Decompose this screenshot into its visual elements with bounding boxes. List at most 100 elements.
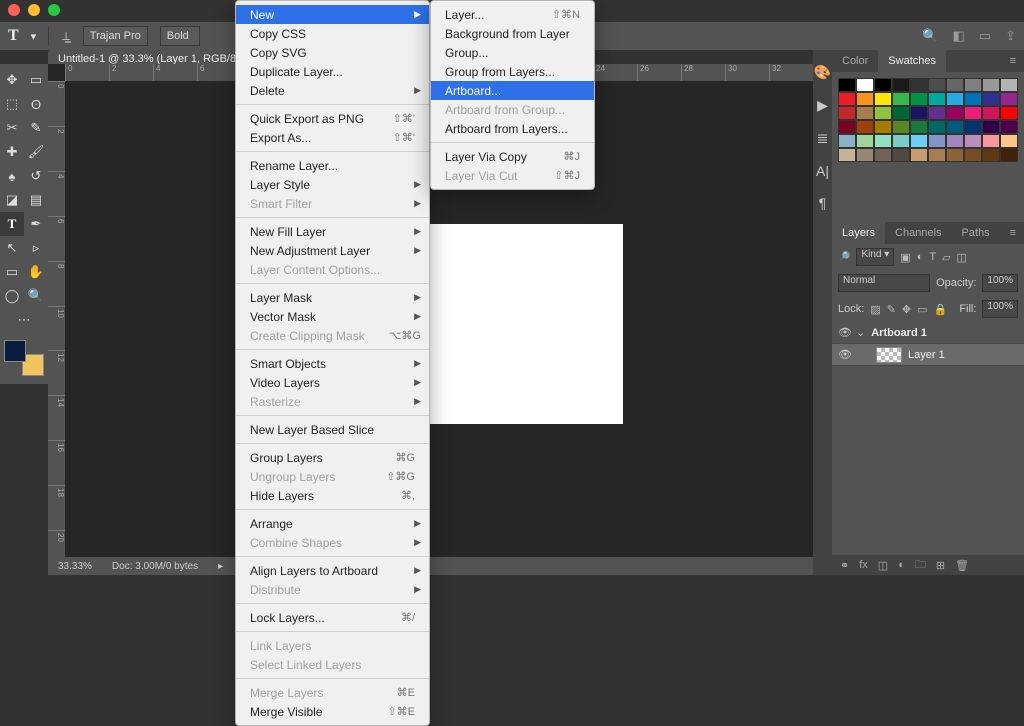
swatch[interactable]	[874, 92, 892, 106]
swatch[interactable]	[1000, 134, 1018, 148]
layer-thumbnail[interactable]	[876, 347, 902, 363]
swatch[interactable]	[928, 106, 946, 120]
window-zoom-button[interactable]	[48, 4, 60, 16]
menu-item[interactable]: New Fill Layer▶	[236, 222, 429, 241]
filter-image-icon[interactable]: ▣	[900, 251, 910, 264]
swatch[interactable]	[856, 92, 874, 106]
swatch[interactable]	[910, 106, 928, 120]
swatch[interactable]	[856, 120, 874, 134]
menu-item[interactable]: Vector Mask▶	[236, 307, 429, 326]
play-icon[interactable]: ▶	[817, 97, 828, 114]
swatch[interactable]	[838, 148, 856, 162]
menu-item[interactable]: Background from Layer	[431, 24, 594, 43]
lasso-tool[interactable]: ʘ	[24, 92, 48, 116]
layer-fx-icon[interactable]: fx	[859, 559, 868, 571]
healing-tool[interactable]: ✚	[0, 140, 24, 164]
menu-item[interactable]: Export As...⇧⌘'	[236, 128, 429, 147]
font-weight-select[interactable]: Bold	[160, 26, 200, 46]
swatch[interactable]	[1000, 78, 1018, 92]
swatch[interactable]	[1000, 120, 1018, 134]
swatch[interactable]	[946, 92, 964, 106]
visibility-icon[interactable]: 👁	[838, 348, 850, 361]
swatch[interactable]	[856, 78, 874, 92]
text-orientation-icon[interactable]: ⊥̲	[61, 30, 71, 43]
swatch[interactable]	[1000, 148, 1018, 162]
tab-channels[interactable]: Channels	[885, 222, 951, 244]
zoom-tool[interactable]: 🔍	[24, 284, 48, 308]
menu-item[interactable]: Align Layers to Artboard▶	[236, 561, 429, 580]
new-group-icon[interactable]: 🗀	[915, 556, 926, 575]
menu-item[interactable]: Group from Layers...	[431, 62, 594, 81]
fill-value[interactable]: 100%	[982, 300, 1018, 318]
add-mask-icon[interactable]: ◫	[878, 559, 888, 572]
swatch[interactable]	[964, 78, 982, 92]
swatch[interactable]	[910, 78, 928, 92]
swatch[interactable]	[982, 134, 1000, 148]
crop-tool[interactable]: ✂	[0, 116, 24, 140]
tab-layers[interactable]: Layers	[832, 222, 885, 244]
edit-toolbar[interactable]: ⋯	[0, 308, 48, 332]
move-tool[interactable]: ✥	[0, 68, 24, 92]
new-adjustment-icon[interactable]: ◐	[898, 559, 905, 571]
status-arrow-icon[interactable]: ▸	[218, 561, 223, 572]
menu-item[interactable]: Artboard...	[431, 81, 594, 100]
swatch[interactable]	[838, 92, 856, 106]
swatch[interactable]	[874, 106, 892, 120]
link-layers-icon[interactable]: ⚭	[840, 559, 849, 572]
swatch[interactable]	[982, 148, 1000, 162]
eraser-tool[interactable]: ◪	[0, 188, 24, 212]
swatch[interactable]	[928, 92, 946, 106]
direct-select-tool[interactable]: ▹	[24, 236, 48, 260]
new-layer-icon[interactable]: ⊞	[936, 559, 945, 572]
swatch[interactable]	[946, 120, 964, 134]
paragraph-panel-icon[interactable]: ¶	[819, 195, 827, 211]
lock-image-icon[interactable]: ✎	[887, 303, 896, 316]
tool-presets-icon[interactable]: ▾	[31, 30, 37, 43]
swatch[interactable]	[964, 148, 982, 162]
filter-adjust-icon[interactable]: ◐	[917, 251, 924, 263]
swatch[interactable]	[946, 106, 964, 120]
menu-item[interactable]: Rename Layer...	[236, 156, 429, 175]
swatch[interactable]	[892, 148, 910, 162]
shape-tool[interactable]: ▭	[0, 260, 24, 284]
filter-shape-icon[interactable]: ▱	[942, 251, 950, 264]
swatch[interactable]	[946, 78, 964, 92]
filter-type-icon[interactable]: T	[929, 251, 936, 263]
menu-item[interactable]: Artboard from Layers...	[431, 119, 594, 138]
artboard-tool[interactable]: ▭	[24, 68, 48, 92]
share-icon[interactable]: ⇪	[1005, 28, 1016, 44]
menu-item[interactable]: Layer Via Copy⌘J	[431, 147, 594, 166]
swatch[interactable]	[1000, 106, 1018, 120]
menu-item[interactable]: Group Layers⌘G	[236, 448, 429, 467]
layer-row-artboard[interactable]: 👁 ⌄ Artboard 1	[832, 322, 1024, 344]
swatch[interactable]	[964, 106, 982, 120]
swatch[interactable]	[928, 148, 946, 162]
swatch[interactable]	[910, 148, 928, 162]
window-minimize-button[interactable]	[28, 4, 40, 16]
swatch[interactable]	[982, 120, 1000, 134]
menu-item[interactable]: Duplicate Layer...	[236, 62, 429, 81]
swatch[interactable]	[982, 78, 1000, 92]
zoom-level[interactable]: 33.33%	[58, 561, 92, 572]
swatch[interactable]	[892, 134, 910, 148]
menu-item[interactable]: Lock Layers...⌘/	[236, 608, 429, 627]
swatch[interactable]	[856, 148, 874, 162]
menu-item[interactable]: Smart Objects▶	[236, 354, 429, 373]
history-brush-tool[interactable]: ↺	[24, 164, 48, 188]
menu-item[interactable]: Copy CSS	[236, 24, 429, 43]
delete-layer-icon[interactable]: 🗑	[955, 559, 969, 572]
swatch[interactable]	[928, 134, 946, 148]
swatch[interactable]	[946, 148, 964, 162]
swatch[interactable]	[982, 92, 1000, 106]
swatch[interactable]	[838, 78, 856, 92]
tab-color[interactable]: Color	[832, 50, 878, 72]
tab-swatches[interactable]: Swatches	[878, 50, 946, 72]
artboard[interactable]	[418, 224, 623, 424]
swatch[interactable]	[982, 106, 1000, 120]
menu-item[interactable]: Copy SVG	[236, 43, 429, 62]
type-tool[interactable]: T	[0, 212, 24, 236]
menu-item[interactable]: Layer...⇧⌘N	[431, 5, 594, 24]
search-icon[interactable]: 🔍	[922, 28, 938, 44]
disclosure-icon[interactable]: ⌄	[856, 326, 865, 339]
filter-smart-icon[interactable]: ◫	[957, 251, 967, 264]
